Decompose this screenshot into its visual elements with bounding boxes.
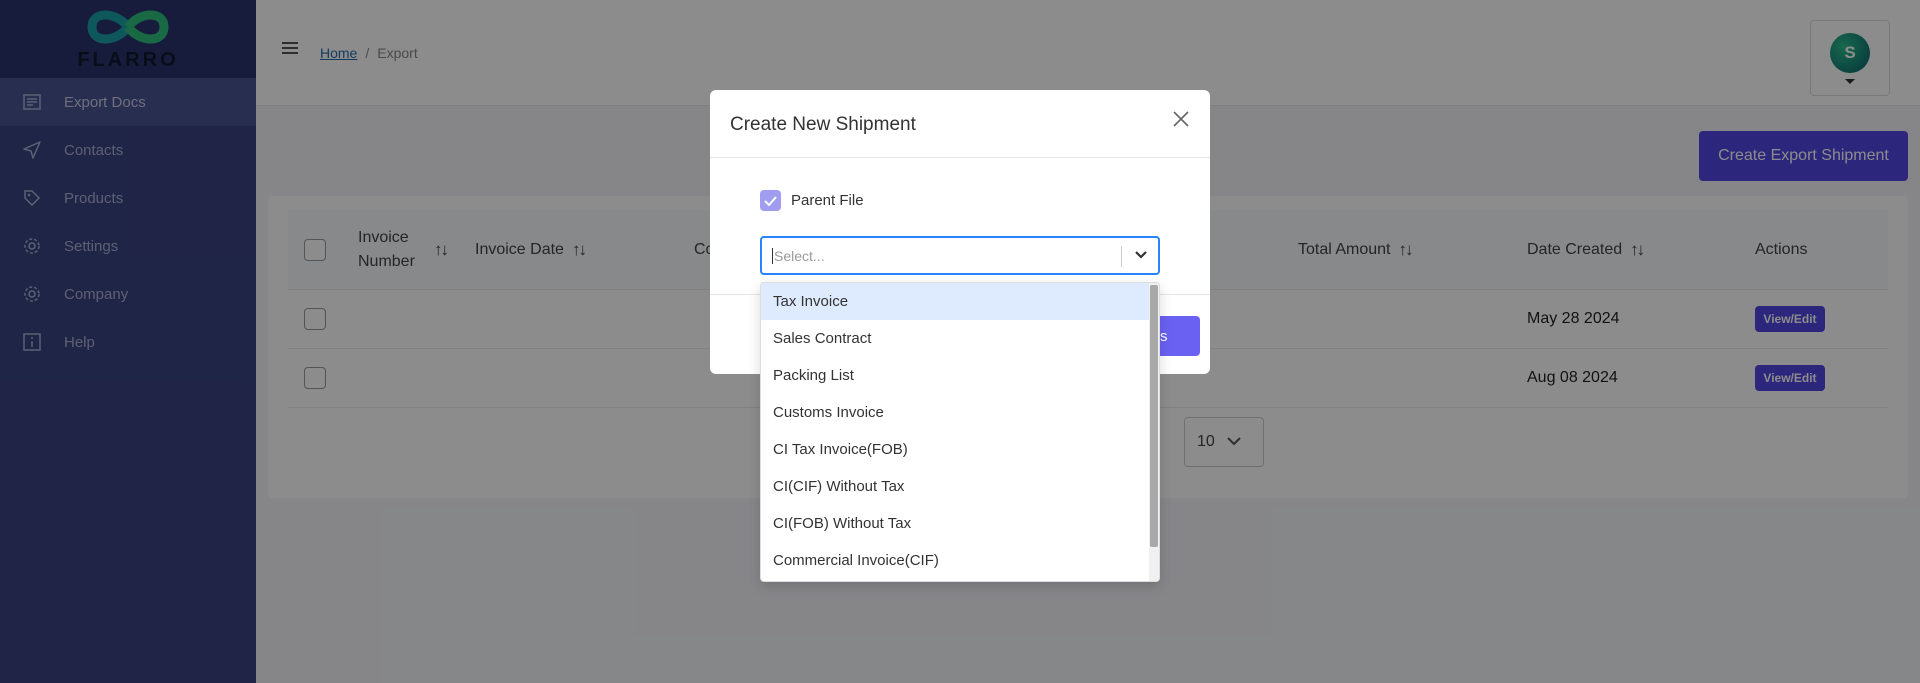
modal-title: Create New Shipment [730, 114, 916, 135]
option-ci-cif-without-tax[interactable]: CI(CIF) Without Tax [761, 468, 1159, 505]
option-commercial-invoice-cif[interactable]: Commercial Invoice(CIF) [761, 542, 1159, 579]
parent-file-checkbox[interactable] [760, 190, 781, 211]
close-icon[interactable] [1170, 108, 1192, 130]
parent-file-option[interactable]: Parent File [760, 190, 864, 211]
modal-header: Create New Shipment [710, 90, 1210, 158]
option-tax-invoice[interactable]: Tax Invoice [761, 283, 1159, 320]
select-separator [1121, 246, 1122, 267]
checkmark-icon [764, 195, 777, 206]
option-ci-fob-without-tax[interactable]: CI(FOB) Without Tax [761, 505, 1159, 542]
parent-file-label: Parent File [791, 192, 864, 209]
menu-scrollbar[interactable] [1149, 283, 1159, 581]
option-packing-list[interactable]: Packing List [761, 357, 1159, 394]
scrollbar-thumb[interactable] [1150, 285, 1158, 547]
document-type-select[interactable]: Select... [760, 236, 1160, 275]
option-sales-contract[interactable]: Sales Contract [761, 320, 1159, 357]
option-customs-invoice[interactable]: Customs Invoice [761, 394, 1159, 431]
select-placeholder[interactable]: Select... [772, 248, 825, 264]
document-type-menu: Tax Invoice Sales Contract Packing List … [760, 282, 1160, 582]
chevron-down-icon[interactable] [1134, 248, 1148, 267]
option-ci-tax-invoice-fob[interactable]: CI Tax Invoice(FOB) [761, 431, 1159, 468]
